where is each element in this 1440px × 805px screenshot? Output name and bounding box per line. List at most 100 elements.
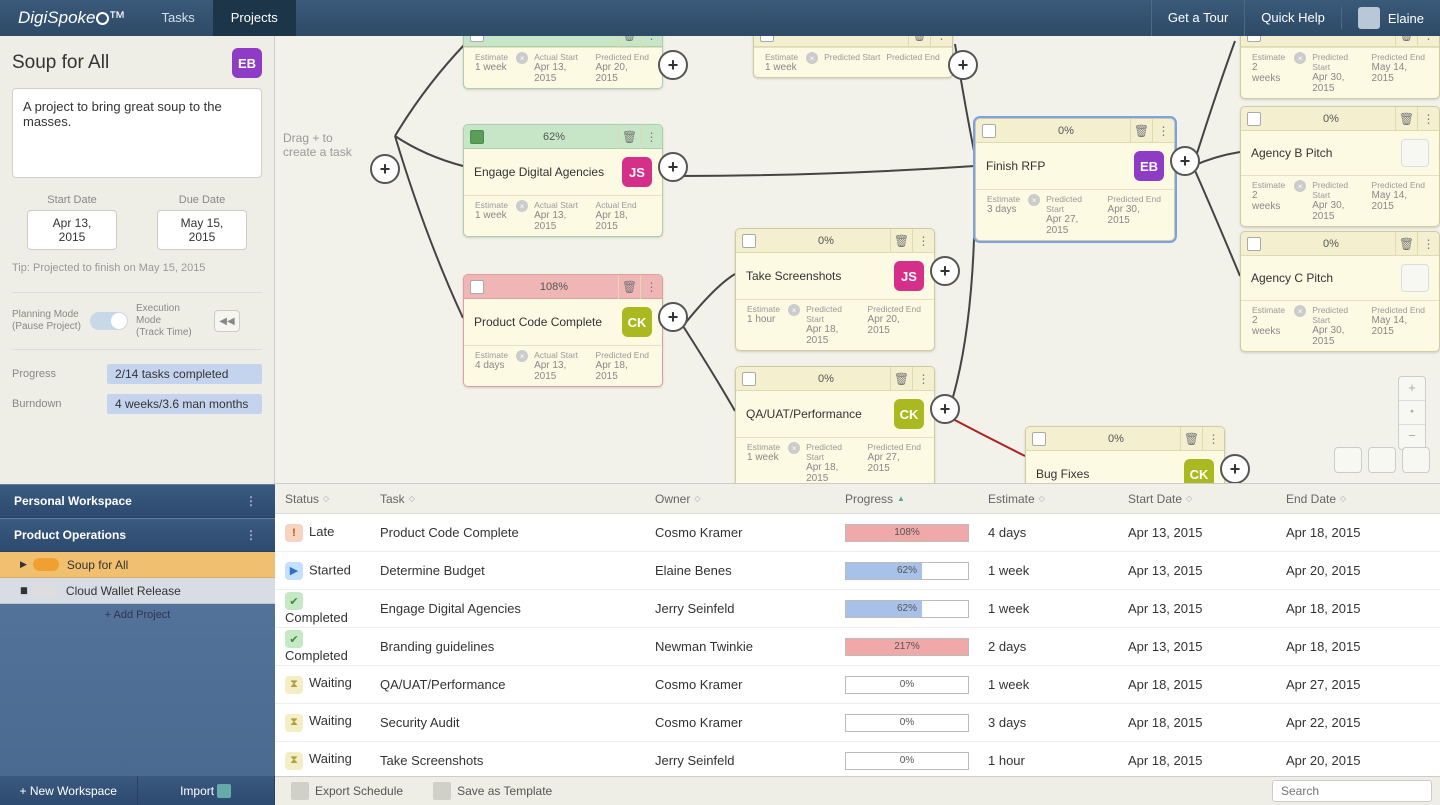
close-icon[interactable]: × xyxy=(1294,180,1306,192)
task-checkbox[interactable] xyxy=(742,234,756,248)
close-icon[interactable]: × xyxy=(806,52,818,64)
assignee-badge[interactable]: CK xyxy=(1184,459,1214,484)
close-icon[interactable]: × xyxy=(1294,52,1306,64)
assignee-badge[interactable]: EB xyxy=(1134,151,1164,181)
project-description[interactable]: A project to bring great soup to the mas… xyxy=(12,88,262,178)
import-button[interactable]: Import xyxy=(138,776,276,805)
add-successor-button[interactable]: + xyxy=(658,50,688,80)
view-target-icon[interactable] xyxy=(1402,447,1430,473)
project-item-soup[interactable]: ▶ Soup for All xyxy=(0,552,275,578)
zoom-reset-icon[interactable]: ・ xyxy=(1399,401,1425,425)
assignee-badge[interactable]: JS xyxy=(622,157,652,187)
th-start[interactable]: Start Date◇ xyxy=(1118,492,1276,506)
export-schedule-button[interactable]: Export Schedule xyxy=(283,779,411,803)
trash-icon[interactable]: 🗑 xyxy=(1130,119,1152,143)
close-icon[interactable]: × xyxy=(516,52,528,64)
task-checkbox[interactable] xyxy=(1247,112,1261,126)
project-toggle[interactable] xyxy=(32,584,58,597)
task-card[interactable]: 0% 🗑 ⋮ Take Screenshots JS Estimate1 hou… xyxy=(735,228,935,351)
workspace-product-operations[interactable]: Product Operations⋮ xyxy=(0,518,275,552)
add-successor-button[interactable]: + xyxy=(930,394,960,424)
trash-icon[interactable]: 🗑 xyxy=(1395,232,1417,256)
th-status[interactable]: Status◇ xyxy=(275,492,370,506)
nav-quick-help[interactable]: Quick Help xyxy=(1244,0,1341,36)
kebab-icon[interactable]: ⋮ xyxy=(912,367,934,391)
task-card[interactable]: 🗑 ⋮ Estimate1 week × Predicted Start Pre… xyxy=(753,36,953,78)
add-successor-button[interactable]: + xyxy=(658,152,688,182)
workspace-menu-icon[interactable]: ⋮ xyxy=(241,528,261,542)
mode-toggle[interactable] xyxy=(90,312,128,330)
create-task-button[interactable]: + xyxy=(370,154,400,184)
kebab-icon[interactable]: ⋮ xyxy=(912,229,934,253)
task-card[interactable]: 108% 🗑 ⋮ Product Code Complete CK Estima… xyxy=(463,274,663,387)
brand-logo[interactable]: DigiSpoke™ xyxy=(0,8,144,28)
task-checkbox[interactable] xyxy=(982,124,996,138)
trash-icon[interactable]: 🗑 xyxy=(890,367,912,391)
table-row[interactable]: ✔Completed Engage Digital Agencies Jerry… xyxy=(275,590,1440,628)
trash-icon[interactable]: 🗑 xyxy=(618,36,640,47)
table-row[interactable]: ✔Completed Branding guidelines Newman Tw… xyxy=(275,628,1440,666)
table-row[interactable]: ⧗Waiting Take Screenshots Jerry Seinfeld… xyxy=(275,742,1440,776)
assignee-placeholder-icon[interactable] xyxy=(1401,264,1429,292)
view-graph-icon[interactable] xyxy=(1334,447,1362,473)
project-item-cloud-wallet[interactable]: ▮▮ Cloud Wallet Release xyxy=(0,578,275,604)
owner-badge[interactable]: EB xyxy=(232,48,262,78)
project-toggle[interactable] xyxy=(33,558,59,571)
add-successor-button[interactable]: + xyxy=(1220,454,1250,484)
start-date-input[interactable]: Apr 13, 2015 xyxy=(27,210,117,250)
task-card[interactable]: 0% 🗑 ⋮ Finish RFP EB Estimate3 days × Pr… xyxy=(975,118,1175,241)
task-checkbox[interactable] xyxy=(470,130,484,144)
close-icon[interactable]: × xyxy=(516,350,528,362)
save-template-button[interactable]: Save as Template xyxy=(425,779,560,803)
th-end[interactable]: End Date◇ xyxy=(1276,492,1434,506)
trash-icon[interactable]: 🗑 xyxy=(1395,107,1417,131)
table-row[interactable]: ⧗Waiting Security Audit Cosmo Kramer 0% … xyxy=(275,704,1440,742)
task-card[interactable]: 0% 🗑 ⋮ Bug Fixes CK xyxy=(1025,426,1225,484)
due-date-input[interactable]: May 15, 2015 xyxy=(157,210,247,250)
close-icon[interactable]: × xyxy=(788,442,800,454)
task-checkbox[interactable] xyxy=(1247,237,1261,251)
trash-icon[interactable]: 🗑 xyxy=(908,36,930,47)
workspace-personal[interactable]: Personal Workspace⋮ xyxy=(0,484,275,518)
close-icon[interactable]: × xyxy=(516,200,528,212)
view-fit-icon[interactable] xyxy=(1368,447,1396,473)
new-workspace-button[interactable]: + New Workspace xyxy=(0,776,138,805)
trash-icon[interactable]: 🗑 xyxy=(618,275,640,299)
kebab-icon[interactable]: ⋮ xyxy=(640,36,662,47)
close-icon[interactable]: × xyxy=(1294,305,1306,317)
add-successor-button[interactable]: + xyxy=(930,256,960,286)
zoom-controls[interactable]: + ・ − xyxy=(1398,376,1426,450)
task-checkbox[interactable] xyxy=(742,372,756,386)
kebab-icon[interactable]: ⋮ xyxy=(640,125,662,149)
nav-tab-tasks[interactable]: Tasks xyxy=(144,0,213,36)
table-row[interactable]: ▶Started Determine Budget Elaine Benes 6… xyxy=(275,552,1440,590)
task-graph-canvas[interactable]: Drag + to create a task + 🗑 ⋮ Estimate1 … xyxy=(275,36,1440,484)
task-card[interactable]: 62% 🗑 ⋮ Engage Digital Agencies JS Estim… xyxy=(463,124,663,237)
trash-icon[interactable]: 🗑 xyxy=(618,125,640,149)
zoom-out-icon[interactable]: − xyxy=(1399,425,1425,449)
add-project-button[interactable]: + Add Project xyxy=(0,604,275,626)
kebab-icon[interactable]: ⋮ xyxy=(1202,427,1224,451)
task-card[interactable]: 🗑 ⋮ Estimate1 week × Actual StartApr 13,… xyxy=(463,36,663,89)
nav-get-a-tour[interactable]: Get a Tour xyxy=(1151,0,1244,36)
task-card[interactable]: 0% 🗑 ⋮ Agency C Pitch Estimate2 weeks × … xyxy=(1240,231,1440,352)
th-estimate[interactable]: Estimate◇ xyxy=(978,492,1118,506)
kebab-icon[interactable]: ⋮ xyxy=(930,36,952,47)
close-icon[interactable]: × xyxy=(1028,194,1040,206)
add-successor-button[interactable]: + xyxy=(1170,146,1200,176)
task-checkbox[interactable] xyxy=(470,280,484,294)
task-checkbox[interactable] xyxy=(1247,36,1261,42)
table-row[interactable]: ⧗Waiting QA/UAT/Performance Cosmo Kramer… xyxy=(275,666,1440,704)
workspace-menu-icon[interactable]: ⋮ xyxy=(241,494,261,508)
kebab-icon[interactable]: ⋮ xyxy=(1417,107,1439,131)
task-card[interactable]: 0% 🗑 ⋮ Agency B Pitch Estimate2 weeks × … xyxy=(1240,106,1440,227)
kebab-icon[interactable]: ⋮ xyxy=(1417,36,1439,47)
assignee-badge[interactable]: CK xyxy=(622,307,652,337)
th-owner[interactable]: Owner◇ xyxy=(645,492,835,506)
nav-tab-projects[interactable]: Projects xyxy=(213,0,296,36)
kebab-icon[interactable]: ⋮ xyxy=(1417,232,1439,256)
zoom-in-icon[interactable]: + xyxy=(1399,377,1425,401)
task-card[interactable]: 0% 🗑 ⋮ QA/UAT/Performance CK Estimate1 w… xyxy=(735,366,935,484)
th-progress[interactable]: Progress▲ xyxy=(835,492,978,506)
kebab-icon[interactable]: ⋮ xyxy=(1152,119,1174,143)
